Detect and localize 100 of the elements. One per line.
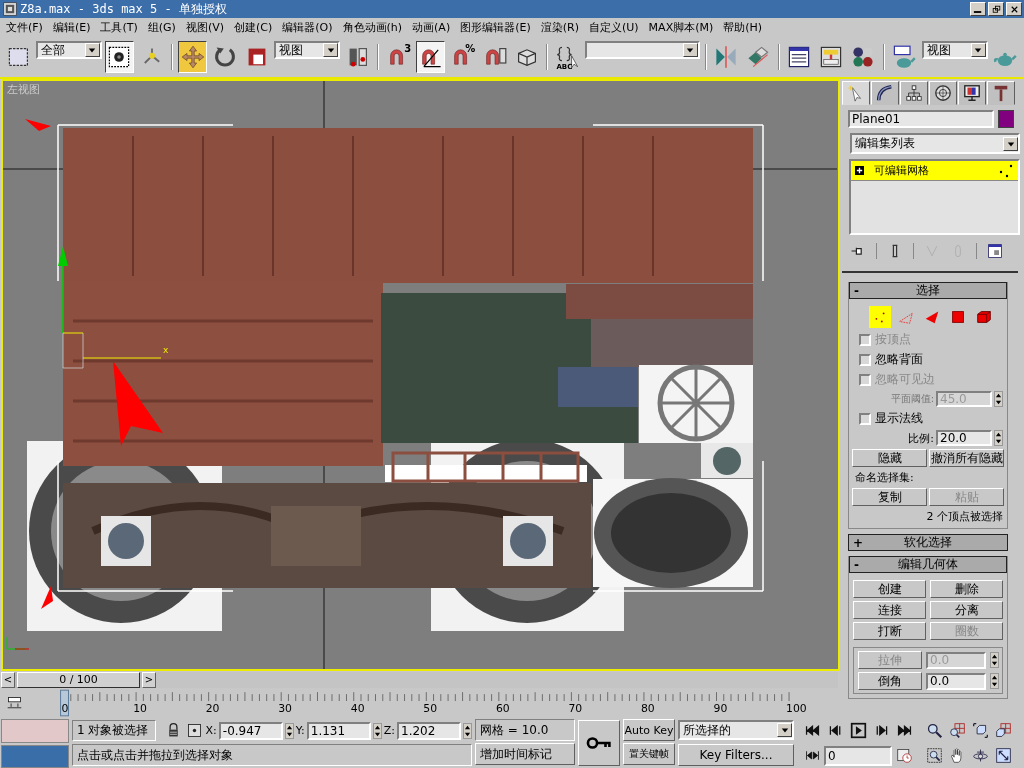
axis-label: x bbox=[163, 345, 169, 355]
menu-item[interactable]: 自定义(U) bbox=[588, 20, 639, 35]
absolute-mode-icon bbox=[185, 722, 203, 739]
arc-rotate-icon bbox=[971, 747, 989, 764]
restore-button[interactable] bbox=[988, 2, 1004, 16]
motion-tab[interactable] bbox=[929, 81, 957, 105]
menu-item[interactable]: 动画(A) bbox=[412, 20, 451, 35]
frame-number: 50 bbox=[423, 702, 437, 716]
region-select-icon bbox=[6, 45, 31, 69]
y-coordinate-field[interactable]: 1.131 bbox=[306, 721, 371, 740]
checkbox-label: 显示法线 bbox=[875, 410, 923, 427]
auto-key-button[interactable]: Auto Key bbox=[623, 719, 675, 741]
display-tab[interactable] bbox=[958, 81, 986, 105]
frame-number: 40 bbox=[350, 702, 365, 716]
modifier-list-dropdown[interactable]: 编辑集列表 bbox=[850, 133, 1020, 154]
spinner-field[interactable]: 0.0 bbox=[926, 672, 986, 690]
toolbar-dropdown-value: 全部 bbox=[40, 41, 67, 59]
spinner-field[interactable]: 20.0 bbox=[936, 430, 992, 446]
rollout-title: 编辑几何体 bbox=[897, 556, 959, 573]
selection-status-text: 2 个顶点被选择 bbox=[925, 509, 1004, 524]
current-frame-marker[interactable] bbox=[59, 690, 69, 717]
toolbar-dropdown[interactable]: 视图 bbox=[921, 41, 988, 59]
checkbox[interactable] bbox=[859, 412, 871, 425]
snap-button[interactable]: % bbox=[448, 41, 478, 73]
region-zoom-icon bbox=[925, 747, 943, 764]
panel-button[interactable]: 撤消所有隐藏 bbox=[929, 449, 1004, 467]
toolbar-dropdown[interactable]: 视图 bbox=[274, 41, 341, 59]
toolbar-dropdown[interactable] bbox=[585, 41, 700, 59]
menu-item[interactable]: 图形编辑器(E) bbox=[460, 20, 531, 35]
set-key-button[interactable] bbox=[578, 720, 620, 766]
spinner-arrows-icon[interactable] bbox=[994, 430, 1003, 446]
panel-button[interactable]: 删除 bbox=[930, 580, 1003, 598]
panel-button[interactable]: 隐藏 bbox=[852, 449, 927, 467]
menu-item[interactable]: 渲染(R) bbox=[540, 20, 579, 35]
checkbox[interactable] bbox=[859, 353, 871, 366]
align-icon bbox=[746, 45, 771, 69]
vertex-dots-icon bbox=[998, 163, 1014, 178]
left-viewport[interactable]: 左视图 x bbox=[1, 79, 840, 671]
menu-item[interactable]: 编辑(E) bbox=[52, 20, 91, 35]
modify-tab[interactable] bbox=[871, 81, 899, 105]
rollout-header[interactable]: - 编辑几何体 bbox=[849, 556, 1007, 573]
rollout-header[interactable]: - 选择 bbox=[849, 282, 1007, 299]
panel-button[interactable]: 倒角 bbox=[858, 672, 922, 690]
menu-item[interactable]: 创建(C) bbox=[234, 20, 273, 35]
add-time-tag-button[interactable]: 增加时间标记 bbox=[475, 743, 575, 765]
create-tab[interactable] bbox=[842, 81, 870, 105]
rotate-icon bbox=[212, 45, 237, 69]
close-button[interactable] bbox=[1006, 2, 1022, 16]
angle-snap-button[interactable] bbox=[416, 41, 446, 73]
time-configuration-icon bbox=[895, 747, 913, 764]
panel-button[interactable]: 创建 bbox=[853, 580, 926, 598]
menu-item[interactable]: 组(G) bbox=[147, 20, 176, 35]
menu-item[interactable]: 编辑器(O) bbox=[282, 20, 333, 35]
grid-size-text: 网格 = 10.0 bbox=[475, 719, 575, 741]
next-frame-button[interactable]: > bbox=[142, 671, 156, 688]
arrow-marker bbox=[25, 119, 51, 131]
frame-number: 90 bbox=[713, 702, 727, 716]
stack-item[interactable]: 可编辑网格 bbox=[851, 161, 1018, 181]
menu-item[interactable]: MAX脚本(M) bbox=[648, 20, 714, 35]
hierarchy-tab[interactable] bbox=[900, 81, 928, 105]
time-slider[interactable]: < 0 / 100 > bbox=[1, 671, 838, 688]
minimize-button[interactable] bbox=[970, 2, 986, 16]
key-filters-button[interactable]: Key Filters... bbox=[678, 744, 794, 766]
panel-button[interactable]: 分离 bbox=[930, 601, 1003, 619]
key-mode-dropdown[interactable]: 所选择的 bbox=[678, 720, 794, 740]
arrow-marker bbox=[41, 586, 53, 609]
axis-tripod-icon bbox=[6, 636, 30, 650]
current-frame-field[interactable]: 0 bbox=[824, 745, 892, 766]
time-slider-thumb[interactable]: < 0 / 100 > bbox=[1, 671, 156, 688]
panel-button[interactable]: 打断 bbox=[853, 622, 926, 640]
utilities-tab[interactable] bbox=[987, 81, 1015, 105]
spinner-arrows-icon[interactable] bbox=[990, 673, 999, 689]
panel-button[interactable]: 连接 bbox=[853, 601, 926, 619]
spinner-arrows-icon[interactable] bbox=[284, 722, 294, 739]
toolbar-dropdown[interactable]: 全部 bbox=[36, 41, 102, 59]
object-color-swatch[interactable] bbox=[998, 110, 1014, 128]
menu-item[interactable]: 帮助(H) bbox=[723, 20, 763, 35]
menu-item[interactable]: 视图(V) bbox=[185, 20, 224, 35]
minimize-icon bbox=[972, 10, 984, 14]
spinner-arrows-icon[interactable] bbox=[372, 722, 382, 739]
snap-button[interactable]: 3 bbox=[384, 41, 414, 73]
x-coordinate-field[interactable]: -0.947 bbox=[218, 721, 283, 740]
spinner-arrows-icon[interactable] bbox=[990, 652, 999, 668]
window-crossing-button[interactable] bbox=[104, 41, 134, 73]
object-name-field[interactable]: Plane01 bbox=[848, 110, 994, 128]
move-button[interactable] bbox=[178, 41, 208, 73]
set-key-mode-button[interactable]: 置关键帧 bbox=[623, 743, 675, 765]
menu-item[interactable]: 工具(T) bbox=[100, 20, 138, 35]
spinner-arrows-icon[interactable] bbox=[463, 722, 472, 739]
rollout-header[interactable]: + 软化选择 bbox=[848, 534, 1008, 551]
panel-button[interactable]: 复制 bbox=[852, 488, 927, 506]
z-coordinate-field[interactable]: 1.202 bbox=[397, 721, 461, 740]
zoom-extents-icon bbox=[971, 722, 989, 739]
menu-item[interactable]: 角色动画(h) bbox=[342, 20, 403, 35]
maximize-icon bbox=[994, 747, 1012, 764]
color-swatch bbox=[1, 744, 69, 768]
previous-frame-button[interactable]: < bbox=[1, 671, 15, 688]
frame-number: 60 bbox=[495, 702, 510, 716]
menu-item[interactable]: 文件(F) bbox=[6, 20, 43, 35]
expand-icon[interactable] bbox=[855, 166, 864, 175]
